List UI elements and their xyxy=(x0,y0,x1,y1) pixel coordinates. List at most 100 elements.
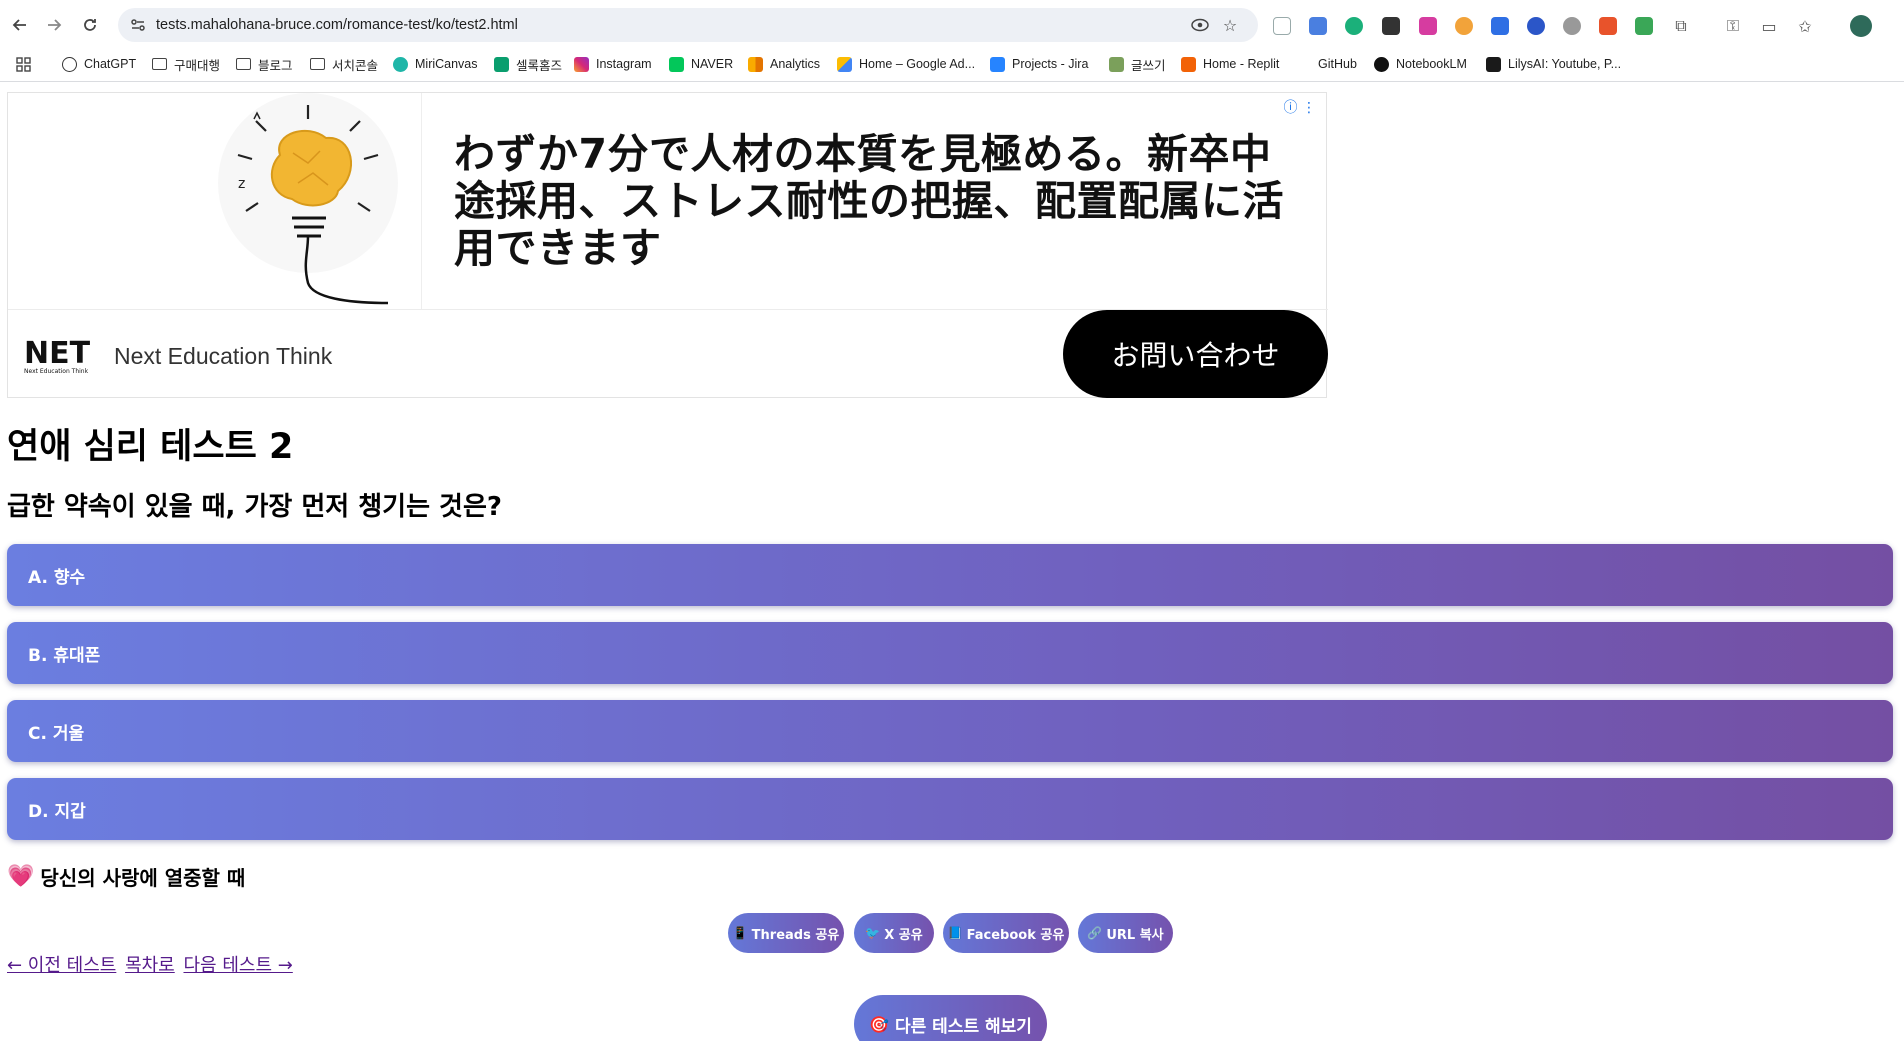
share-buttons: 📱 Threads 공유 🐦 X 공유 📘 Facebook 공유 🔗 URL 복사 xyxy=(0,913,1904,953)
extension-gray-icon[interactable] xyxy=(1563,17,1581,35)
bookmark-label: Analytics xyxy=(770,57,821,71)
bookmark-jira[interactable]: Projects - Jira xyxy=(990,54,1088,74)
bookmark-writing[interactable]: 글쓰기 xyxy=(1109,54,1166,74)
option-c-button[interactable]: C. 거울 xyxy=(7,700,1893,762)
writing-icon xyxy=(1109,56,1124,72)
bookmark-label: 서치콘솔 xyxy=(332,58,379,73)
back-button[interactable] xyxy=(6,11,34,39)
share-label: X 공유 xyxy=(884,927,923,943)
bookmark-label: 글쓰기 xyxy=(1131,58,1166,73)
lilysai-icon xyxy=(1486,56,1501,72)
miricanvas-icon xyxy=(393,56,408,72)
bookmark-naver[interactable]: NAVER xyxy=(669,54,733,74)
chatgpt-icon xyxy=(62,56,77,72)
option-d-button[interactable]: D. 지갑 xyxy=(7,778,1893,840)
hint-text: 💗 당신의 사랑에 열중할 때 xyxy=(7,862,245,891)
option-b-button[interactable]: B. 휴대폰 xyxy=(7,622,1893,684)
bird-icon: 🐦 xyxy=(865,926,881,940)
threads-share-button[interactable]: 📱 Threads 공유 xyxy=(728,913,844,953)
bookmark-folder-searchconsole[interactable]: 서치콘솔 xyxy=(310,54,378,74)
extension-blue-icon[interactable] xyxy=(1527,17,1545,35)
folder-icon xyxy=(152,58,167,70)
eye-icon[interactable] xyxy=(1190,15,1210,35)
extension-w-icon[interactable] xyxy=(1491,17,1509,35)
bookmarks-bar: ChatGPT 구매대행 블로그 서치콘솔 MiriCanvas 셀록홈즈 In… xyxy=(0,50,1904,78)
url-copy-button[interactable]: 🔗 URL 복사 xyxy=(1078,913,1173,953)
google-ads-icon xyxy=(837,56,852,72)
bookmark-folder-purchase[interactable]: 구매대행 xyxy=(152,54,220,74)
extension-color-icon[interactable] xyxy=(1455,17,1473,35)
prev-test-link[interactable]: ← 이전 테스트 xyxy=(7,955,116,976)
analytics-icon xyxy=(748,56,763,72)
bookmark-chatgpt[interactable]: ChatGPT xyxy=(62,54,136,74)
url-text: tests.mahalohana-bruce.com/romance-test/… xyxy=(156,17,518,33)
bookmark-notebooklm[interactable]: NotebookLM xyxy=(1374,54,1467,74)
question-text: 급한 약속이 있을 때, 가장 먼저 챙기는 것은? xyxy=(7,492,502,522)
bookmark-analytics[interactable]: Analytics xyxy=(748,54,820,74)
share-label: Facebook 공유 xyxy=(966,927,1065,943)
extensions-puzzle-icon[interactable]: ⧉ xyxy=(1672,16,1690,35)
extension-orange-icon[interactable] xyxy=(1599,17,1617,35)
target-icon: 🎯 xyxy=(869,1014,889,1034)
instagram-icon xyxy=(574,56,589,72)
bookmark-label: Projects - Jira xyxy=(1012,57,1089,71)
sellock-icon xyxy=(494,56,509,72)
option-a-button[interactable]: A. 향수 xyxy=(7,544,1893,606)
arrow-right-icon xyxy=(48,19,62,31)
notebooklm-icon xyxy=(1374,56,1389,72)
ad-contact-button[interactable]: お問い合わせ xyxy=(1063,310,1328,398)
hint-label: 당신의 사랑에 열중할 때 xyxy=(40,866,246,890)
bookmark-lilysai[interactable]: LilysAI: Youtube, P... xyxy=(1486,54,1621,74)
bookmark-label: 셀록홈즈 xyxy=(516,58,563,73)
site-settings-icon[interactable] xyxy=(128,15,148,35)
profile-avatar[interactable] xyxy=(1850,15,1872,37)
folder-icon xyxy=(236,58,251,70)
password-key-icon[interactable]: ⚿ xyxy=(1724,16,1742,35)
bookmarks-star-icon[interactable]: ✩ xyxy=(1796,17,1814,36)
next-test-link[interactable]: 다음 테스트 → xyxy=(183,955,292,976)
bookmark-star-icon[interactable]: ☆ xyxy=(1220,15,1240,35)
bookmark-label: MiriCanvas xyxy=(415,57,478,71)
extension-download-icon[interactable] xyxy=(1419,17,1437,35)
bookmark-label: Home - Replit xyxy=(1203,57,1280,71)
bookmark-google-ads[interactable]: Home – Google Ad... xyxy=(837,54,975,74)
bookmark-replit[interactable]: Home - Replit xyxy=(1181,54,1279,74)
forward-button[interactable] xyxy=(40,11,68,39)
bookmark-label: 블로그 xyxy=(258,58,293,73)
link-icon: 🔗 xyxy=(1087,926,1103,940)
naver-icon xyxy=(669,56,684,72)
extension-screenshot-icon[interactable] xyxy=(1273,17,1291,35)
bookmark-label: Instagram xyxy=(596,57,652,71)
bookmark-miricanvas[interactable]: MiriCanvas xyxy=(393,54,478,74)
extension-tool-icon[interactable] xyxy=(1382,17,1400,35)
browser-chrome: tests.mahalohana-bruce.com/romance-test/… xyxy=(0,0,1904,82)
ad-headline[interactable]: わずか7分で人材の本質を見極める。新卒中途採用、ストレス耐性の把握、配置配属に活… xyxy=(454,131,1304,272)
address-bar[interactable]: tests.mahalohana-bruce.com/romance-test/… xyxy=(118,8,1258,42)
extension-translate-icon[interactable] xyxy=(1309,17,1327,35)
payment-card-icon[interactable]: ▭ xyxy=(1760,17,1778,36)
bookmark-github[interactable]: GitHub xyxy=(1296,54,1357,74)
page-content: z わずか7分で人材の本質を見極める。新卒中途採用、ストレス耐性の把握、配置配属… xyxy=(0,82,1904,1041)
bookmark-sellock[interactable]: 셀록홈즈 xyxy=(494,54,562,74)
bookmark-folder-blog[interactable]: 블로그 xyxy=(236,54,293,74)
browser-toolbar: tests.mahalohana-bruce.com/romance-test/… xyxy=(0,6,1904,44)
reload-button[interactable] xyxy=(76,11,104,39)
ad-info-icon[interactable]: ⓘ ⋮ xyxy=(1284,97,1316,117)
book-icon: 📘 xyxy=(947,926,963,940)
apps-grid-icon[interactable] xyxy=(16,54,31,74)
x-share-button[interactable]: 🐦 X 공유 xyxy=(854,913,934,953)
reload-icon xyxy=(84,19,96,31)
ad-brand-name[interactable]: Next Education Think xyxy=(114,343,332,370)
net-logo: NET Next Education Think xyxy=(22,335,102,375)
advertisement-banner[interactable]: z わずか7分で人材の本質を見極める。新卒中途採用、ストレス耐性の把握、配置配属… xyxy=(7,92,1328,398)
bookmark-instagram[interactable]: Instagram xyxy=(574,54,652,74)
facebook-share-button[interactable]: 📘 Facebook 공유 xyxy=(943,913,1069,953)
toc-link[interactable]: 목차로 xyxy=(125,955,175,976)
extension-s-icon[interactable] xyxy=(1345,17,1363,35)
jira-icon xyxy=(990,56,1005,72)
bookmark-label: NAVER xyxy=(691,57,734,71)
github-icon xyxy=(1296,56,1311,72)
more-tests-button[interactable]: 🎯 다른 테스트 해보기 xyxy=(854,995,1047,1041)
bookmark-label: GitHub xyxy=(1318,57,1357,71)
extension-drive-icon[interactable] xyxy=(1635,17,1653,35)
